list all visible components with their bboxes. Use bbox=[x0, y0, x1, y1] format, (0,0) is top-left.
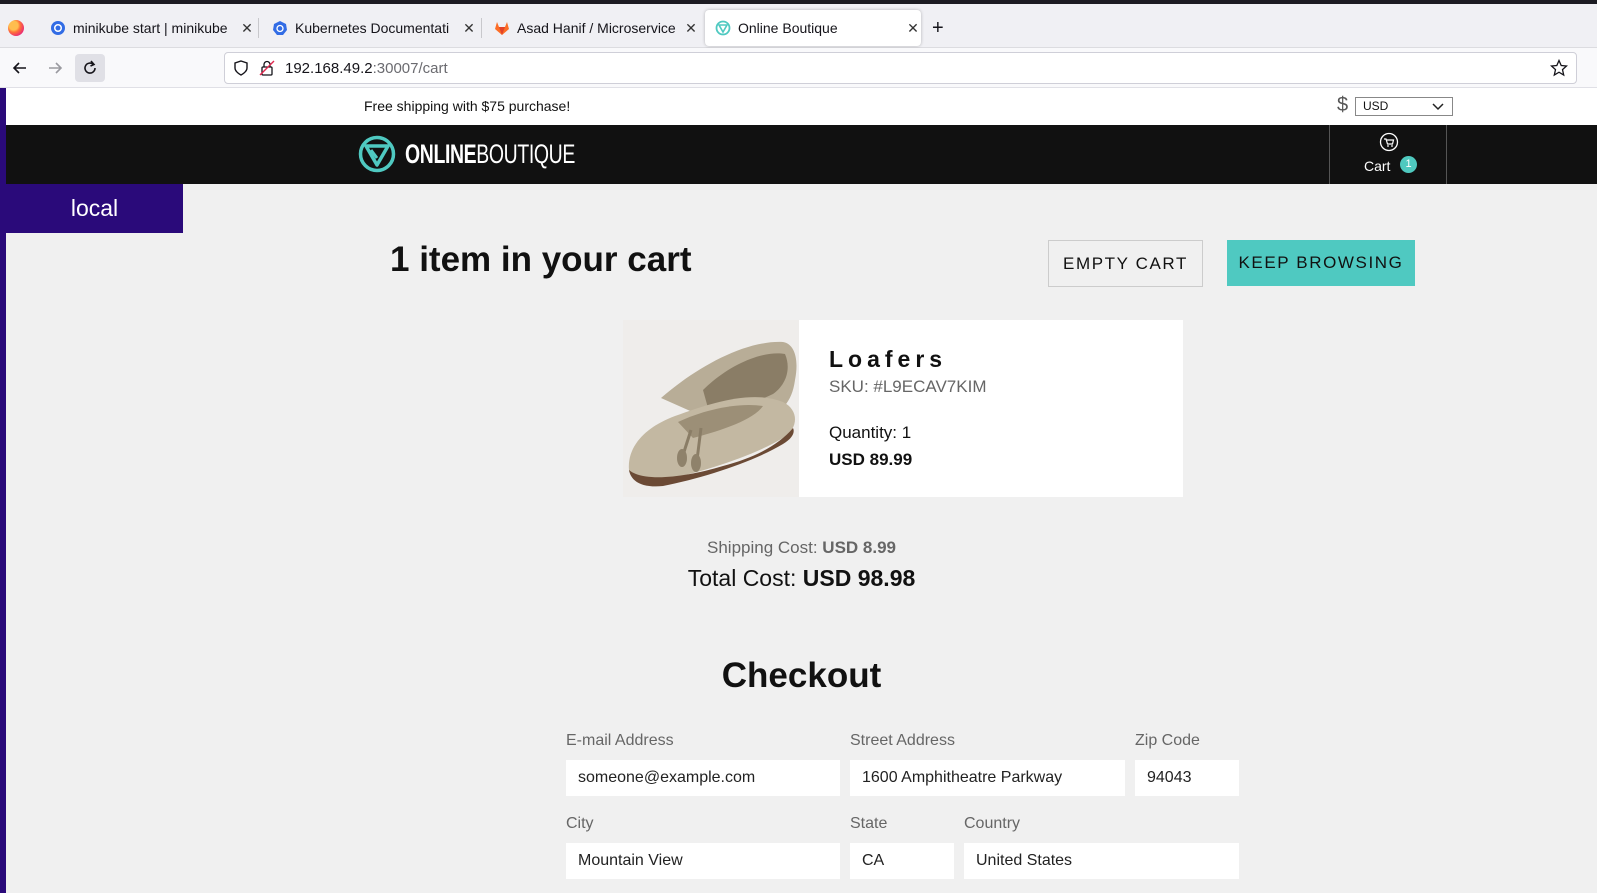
country-label: Country bbox=[964, 815, 1021, 832]
logo-light-text: BOUTIQUE bbox=[476, 138, 575, 169]
tab-close-icon[interactable]: ✕ bbox=[461, 20, 477, 37]
currency-select[interactable]: USD bbox=[1355, 97, 1453, 116]
insecure-lock-icon[interactable] bbox=[259, 60, 275, 81]
boutique-logo-icon bbox=[358, 135, 396, 173]
cart-icon bbox=[1379, 132, 1399, 157]
tab-separator bbox=[258, 18, 259, 38]
email-label: E-mail Address bbox=[566, 732, 674, 749]
email-field[interactable]: someone@example.com bbox=[566, 760, 840, 796]
url-bar[interactable]: 192.168.49.2:30007/cart bbox=[224, 52, 1577, 84]
zip-code-field[interactable]: 94043 bbox=[1135, 760, 1239, 796]
chevron-down-icon bbox=[1432, 99, 1444, 118]
item-name[interactable]: Loafers bbox=[829, 346, 947, 373]
site-header: ONLINEBOUTIQUE Cart 1 bbox=[6, 125, 1597, 184]
reload-icon[interactable] bbox=[75, 54, 105, 82]
cart-link[interactable]: Cart 1 bbox=[1329, 125, 1447, 184]
tab-title: Online Boutique bbox=[738, 20, 838, 36]
cart-count-badge: 1 bbox=[1400, 156, 1417, 173]
boutique-favicon-icon bbox=[715, 20, 731, 36]
firefox-icon[interactable] bbox=[8, 20, 24, 36]
tab-close-icon[interactable]: ✕ bbox=[239, 20, 255, 37]
zip-code-label: Zip Code bbox=[1135, 732, 1200, 749]
checkout-title: Checkout bbox=[721, 656, 882, 695]
new-tab-icon[interactable]: + bbox=[932, 18, 944, 38]
keep-browsing-button[interactable]: KEEP BROWSING bbox=[1227, 240, 1415, 286]
page-content: Free shipping with $75 purchase! $ USD O… bbox=[0, 88, 1597, 893]
city-label: City bbox=[566, 815, 594, 832]
url-host: 192.168.49.2 bbox=[285, 60, 373, 77]
total-cost: Total Cost: USD 98.98 bbox=[0, 565, 1597, 592]
state-field[interactable]: CA bbox=[850, 843, 954, 879]
promo-bar: Free shipping with $75 purchase! $ USD bbox=[6, 88, 1597, 125]
item-sku: SKU: #L9ECAV7KIM bbox=[829, 377, 987, 396]
item-quantity: Quantity: 1 bbox=[829, 423, 912, 442]
tab-online-boutique[interactable]: Online Boutique ✕ bbox=[705, 10, 921, 46]
shipping-cost-value: USD 8.99 bbox=[822, 538, 896, 557]
city-field[interactable]: Mountain View bbox=[566, 843, 840, 879]
item-price: USD 89.99 bbox=[829, 450, 913, 469]
minikube-favicon-icon bbox=[50, 20, 66, 36]
empty-cart-button[interactable]: EMPTY CART bbox=[1048, 240, 1203, 287]
tab-close-icon[interactable]: ✕ bbox=[905, 20, 921, 37]
tab-bar: minikube start | minikube ✕ Kubernetes D… bbox=[0, 4, 1597, 48]
tab-kubernetes-docs[interactable]: Kubernetes Documentati ✕ bbox=[262, 10, 477, 46]
url-text[interactable]: 192.168.49.2:30007/cart bbox=[285, 60, 448, 77]
kubernetes-favicon-icon bbox=[272, 20, 288, 36]
product-image-loafers[interactable] bbox=[623, 320, 799, 497]
cart-label: Cart bbox=[1364, 158, 1391, 174]
shield-icon[interactable] bbox=[233, 60, 249, 81]
logo-bold-text: ONLINE bbox=[405, 138, 477, 169]
loafers-illustration bbox=[623, 320, 799, 497]
logo-wordmark: ONLINEBOUTIQUE bbox=[405, 139, 575, 170]
environment-badge: local bbox=[6, 184, 183, 233]
tab-close-icon[interactable]: ✕ bbox=[683, 20, 699, 37]
total-cost-value: USD 98.98 bbox=[802, 565, 916, 591]
promo-text: Free shipping with $75 purchase! bbox=[364, 98, 571, 114]
currency-selected-value: USD bbox=[1363, 99, 1389, 113]
currency-symbol: $ bbox=[1337, 94, 1349, 116]
navigation-bar: 192.168.49.2:30007/cart bbox=[0, 48, 1597, 88]
cart-item-card: Loafers SKU: #L9ECAV7KIM Quantity: 1 USD… bbox=[623, 320, 1183, 497]
tab-gitlab[interactable]: Asad Hanif / Microservice ✕ bbox=[484, 10, 699, 46]
online-boutique-logo[interactable]: ONLINEBOUTIQUE bbox=[358, 134, 641, 174]
tab-title: minikube start | minikube bbox=[73, 20, 228, 36]
state-label: State bbox=[850, 815, 888, 832]
back-icon[interactable] bbox=[5, 54, 35, 82]
total-cost-label: Total Cost: bbox=[687, 565, 803, 591]
tab-minikube[interactable]: minikube start | minikube ✕ bbox=[40, 10, 255, 46]
country-field[interactable]: United States bbox=[964, 843, 1239, 879]
gitlab-favicon-icon bbox=[494, 20, 510, 36]
shipping-cost: Shipping Cost: USD 8.99 bbox=[0, 538, 1597, 558]
shipping-cost-label: Shipping Cost: bbox=[707, 538, 823, 557]
tab-separator bbox=[481, 18, 482, 38]
tab-title: Asad Hanif / Microservice bbox=[517, 20, 676, 36]
tab-title: Kubernetes Documentati bbox=[295, 20, 450, 36]
forward-icon[interactable] bbox=[40, 54, 70, 82]
bookmark-star-icon[interactable] bbox=[1549, 58, 1569, 82]
url-path: :30007/cart bbox=[372, 60, 448, 77]
street-address-field[interactable]: 1600 Amphitheatre Parkway bbox=[850, 760, 1125, 796]
street-address-label: Street Address bbox=[850, 732, 955, 749]
cart-title: 1 item in your cart bbox=[390, 240, 692, 279]
